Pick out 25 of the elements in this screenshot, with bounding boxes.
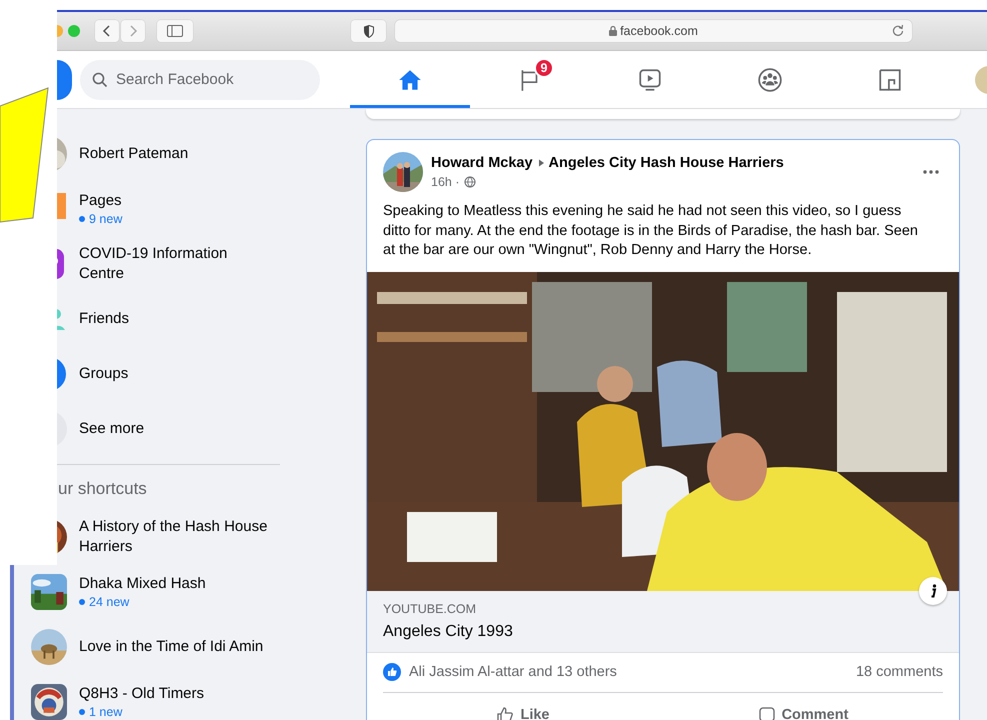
group-link[interactable]: Angeles City Hash House Harriers (548, 155, 784, 171)
new-count: 24 new (79, 594, 206, 610)
author-link[interactable]: Howard Mckay (431, 155, 533, 171)
address-bar[interactable]: facebook.com (395, 20, 912, 42)
nav-tab[interactable]: 9 (470, 51, 590, 108)
link-preview[interactable]: YOUTUBE.COM Angeles City 1993 (367, 590, 959, 652)
notification-badge: 9 (534, 58, 554, 78)
comment-button[interactable]: Comment (663, 696, 943, 720)
shortcut-item[interactable]: Love in the Time of Idi Amin (31, 619, 352, 674)
like-button[interactable]: Like (383, 696, 663, 720)
url-text: facebook.com (620, 24, 698, 38)
shortcut-item[interactable]: Dhaka Mixed Hash 24 new (31, 564, 352, 619)
sidebar-item[interactable]: Pages 9 new (57, 181, 352, 236)
comments-count[interactable]: 18 comments (856, 662, 943, 682)
link-domain: YOUTUBE.COM (383, 600, 478, 616)
new-count: 9 new (79, 210, 122, 226)
sidebar-item[interactable]: Friends (57, 291, 352, 346)
post-time[interactable]: 16h · (431, 175, 460, 189)
post-text: Speaking to Meatless this evening he said he had not seen this video, so I guess ditto for many. At the end the footage is in the Birds of Paradise, the hash bar. Seen at the bar are our own "Wingnut", Rob Denny and Harry the Horse. (382, 202, 919, 260)
shortcut-item[interactable]: Q8H3 - Old Timers 1 new (31, 674, 352, 720)
new-count: 1 new (79, 704, 204, 720)
reactions-text[interactable]: Ali Jassim Al-attar and 13 others (409, 662, 617, 682)
search-field[interactable]: Search Facebook (80, 60, 320, 100)
section-heading: ur shortcuts (58, 479, 148, 499)
link-title: Angeles City 1993 (383, 622, 514, 642)
